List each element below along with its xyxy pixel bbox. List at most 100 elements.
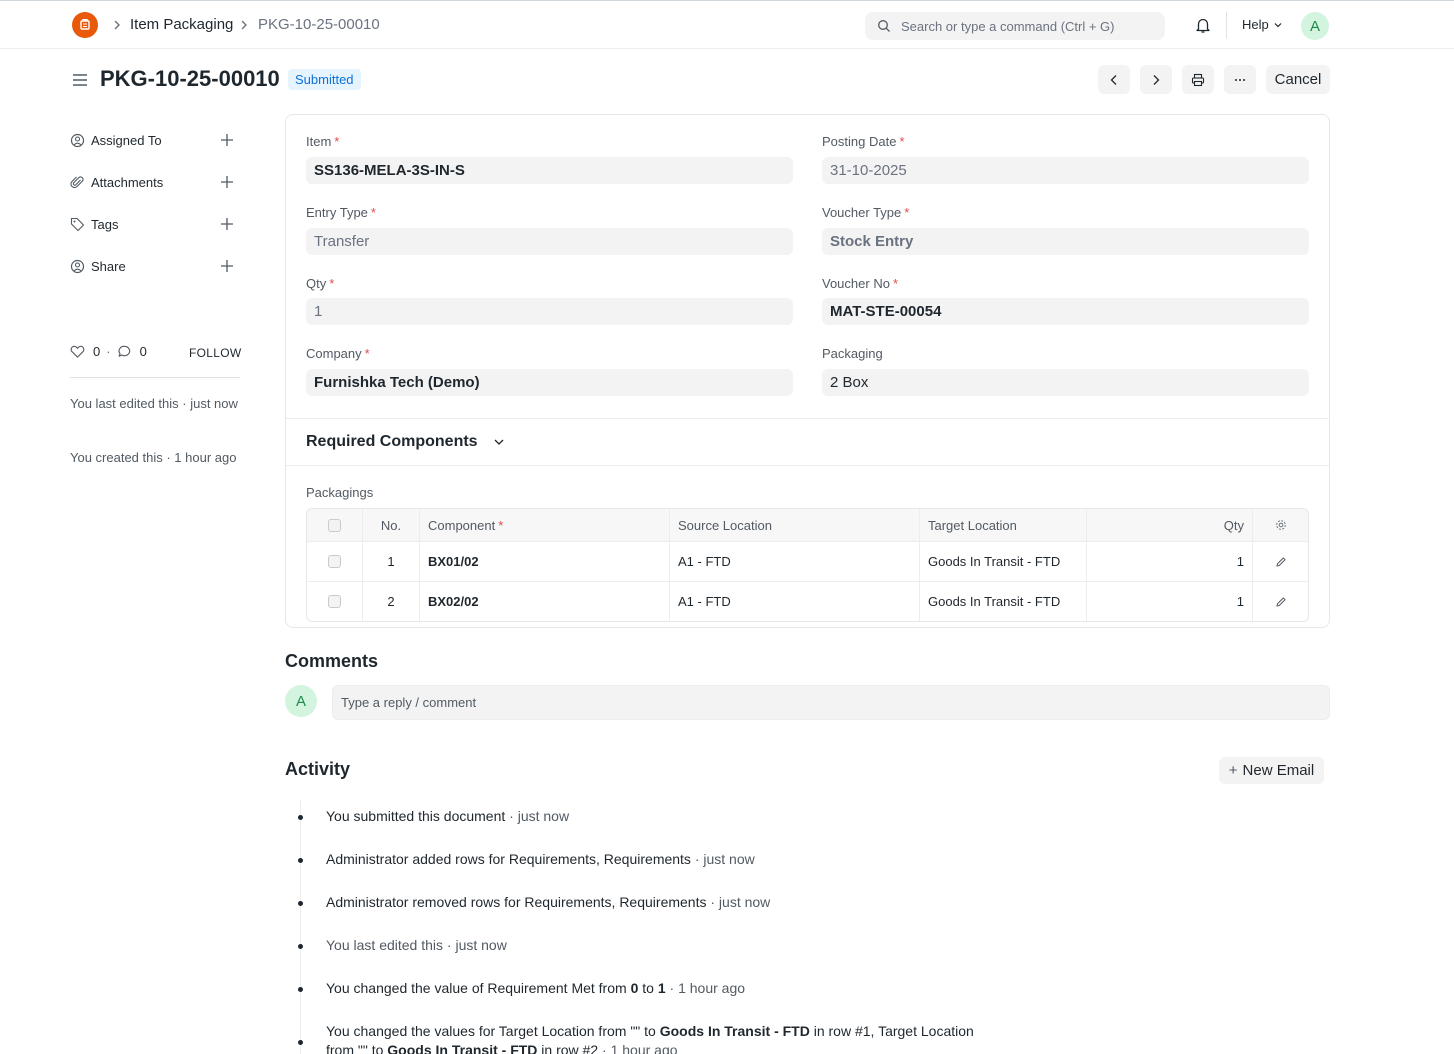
col-component-text: Component [428, 517, 496, 533]
separator-dot: · [106, 344, 111, 359]
row-source-location[interactable]: A1 - FTD [669, 582, 919, 621]
entry-type-label: Entry Type * [306, 205, 376, 220]
row-edit-cell [1252, 582, 1308, 621]
row-checkbox[interactable] [328, 595, 341, 608]
search-bar[interactable] [865, 12, 1165, 40]
breadcrumb-current: PKG-10-25-00010 [258, 16, 380, 33]
row-source-location[interactable]: A1 - FTD [669, 542, 919, 581]
sidebar-toggle-icon[interactable] [72, 72, 88, 88]
activity-time: · just now [509, 808, 570, 824]
app-logo[interactable] [72, 12, 98, 38]
timeline-dot [298, 987, 303, 992]
posting-date-field: 31-10-2025 [822, 157, 1309, 184]
voucher-type-label-text: Voucher Type [822, 205, 902, 220]
plus-icon[interactable] [220, 217, 234, 231]
status-badge: Submitted [288, 69, 361, 90]
activity-text: Administrator added rows for Requirement… [326, 851, 691, 867]
row-no: 2 [362, 582, 419, 621]
comment-icon[interactable] [117, 344, 132, 359]
section-divider [286, 418, 1329, 419]
navbar-divider [1226, 12, 1227, 39]
section-title-text: Required Components [306, 433, 478, 450]
select-all-checkbox[interactable] [328, 518, 341, 532]
row-checkbox[interactable] [328, 555, 341, 568]
chevron-right-icon [1153, 74, 1160, 85]
posting-date-label: Posting Date * [822, 134, 905, 149]
section-required-components[interactable]: Required Components [306, 433, 506, 451]
edit-pencil-icon[interactable] [1275, 596, 1287, 608]
cancel-button[interactable]: Cancel [1266, 65, 1330, 94]
sidebar-item-assigned-to[interactable]: Assigned To [70, 130, 240, 150]
likes-comments-counter: 0 · 0 [70, 344, 147, 359]
previous-doc-button[interactable] [1098, 65, 1130, 94]
paperclip-icon [70, 175, 84, 188]
follow-button[interactable]: FOLLOW [189, 346, 241, 360]
row-qty[interactable]: 1 [1086, 542, 1252, 581]
packaging-field: 2 Box [822, 369, 1309, 396]
comment-input[interactable] [332, 685, 1330, 720]
comment-avatar: A [285, 685, 317, 717]
search-input[interactable] [901, 18, 1161, 34]
item-label: Item * [306, 134, 340, 149]
last-edited-note: You last edited this · just now [70, 396, 238, 411]
more-horizontal-icon [1235, 78, 1245, 81]
chevron-left-icon [1110, 74, 1117, 85]
sidebar-item-attachments[interactable]: Attachments [70, 172, 240, 192]
heart-icon[interactable] [70, 344, 85, 359]
section-divider [286, 465, 1329, 466]
row-component[interactable]: BX02/02 [419, 582, 669, 621]
row-component[interactable]: BX01/02 [419, 542, 669, 581]
table-row[interactable]: 2 BX02/02 A1 - FTD Goods In Transit - FT… [307, 581, 1308, 621]
breadcrumb-item-packaging[interactable]: Item Packaging [130, 16, 233, 33]
timeline-line [300, 800, 301, 1054]
activity-time: · 1 hour ago [598, 1042, 678, 1054]
company-field[interactable]: Furnishka Tech (Demo) [306, 369, 793, 396]
timeline-dot [298, 944, 303, 949]
qty-label: Qty * [306, 276, 335, 291]
navbar: Item Packaging PKG-10-25-00010 Help A [0, 0, 1454, 49]
row-select-cell [307, 582, 362, 621]
share-icon [70, 259, 85, 273]
plus-icon[interactable] [220, 175, 234, 189]
comments-title: Comments [285, 651, 379, 671]
user-avatar[interactable]: A [1301, 12, 1329, 40]
activity-item: You changed the values for Target Locati… [298, 1022, 1026, 1054]
new-email-button[interactable]: + New Email [1219, 757, 1324, 784]
row-qty[interactable]: 1 [1086, 582, 1252, 621]
plus-icon[interactable] [220, 133, 234, 147]
activity-text: You changed the value of Requirement Met… [326, 980, 631, 996]
sidebar-item-tags[interactable]: Tags [70, 214, 240, 234]
voucher-type-field[interactable]: Stock Entry [822, 228, 1309, 255]
gear-icon[interactable] [1275, 519, 1287, 531]
activity-time: · just now [710, 894, 771, 910]
col-component: Component * [419, 509, 669, 541]
printer-icon [1191, 73, 1205, 86]
print-button[interactable] [1182, 65, 1214, 94]
column-settings-cell [1252, 509, 1308, 541]
notification-bell-icon[interactable] [1194, 16, 1212, 34]
voucher-no-field[interactable]: MAT-STE-00054 [822, 298, 1309, 325]
activity-time: · just now [446, 937, 507, 953]
item-field[interactable]: SS136-MELA-3S-IN-S [306, 157, 793, 184]
table-row[interactable]: 1 BX01/02 A1 - FTD Goods In Transit - FT… [307, 541, 1308, 581]
search-icon [878, 20, 890, 32]
app-logo-icon [80, 18, 90, 30]
packagings-table: No. Component * Source Location Target Lo… [306, 508, 1309, 622]
activity-text: from "" to [326, 1042, 388, 1054]
help-dropdown[interactable]: Help [1242, 17, 1283, 32]
row-target-location[interactable]: Goods In Transit - FTD [919, 542, 1086, 581]
more-actions-button[interactable] [1224, 65, 1256, 94]
plus-icon[interactable] [220, 259, 234, 273]
next-doc-button[interactable] [1140, 65, 1172, 94]
activity-item: You last edited this · just now [298, 936, 1026, 955]
table-header: No. Component * Source Location Target Lo… [307, 509, 1308, 541]
timeline-dot [298, 858, 303, 863]
activity-time: · 1 hour ago [665, 980, 746, 996]
sidebar-item-label: Tags [91, 216, 119, 232]
edit-pencil-icon[interactable] [1275, 556, 1287, 568]
activity-new-value: Goods In Transit - FTD [659, 1023, 810, 1039]
activity-new-value: Goods In Transit - FTD [387, 1042, 538, 1054]
sidebar-item-share[interactable]: Share [70, 256, 240, 276]
row-target-location[interactable]: Goods In Transit - FTD [919, 582, 1086, 621]
activity-text: to [638, 980, 658, 996]
